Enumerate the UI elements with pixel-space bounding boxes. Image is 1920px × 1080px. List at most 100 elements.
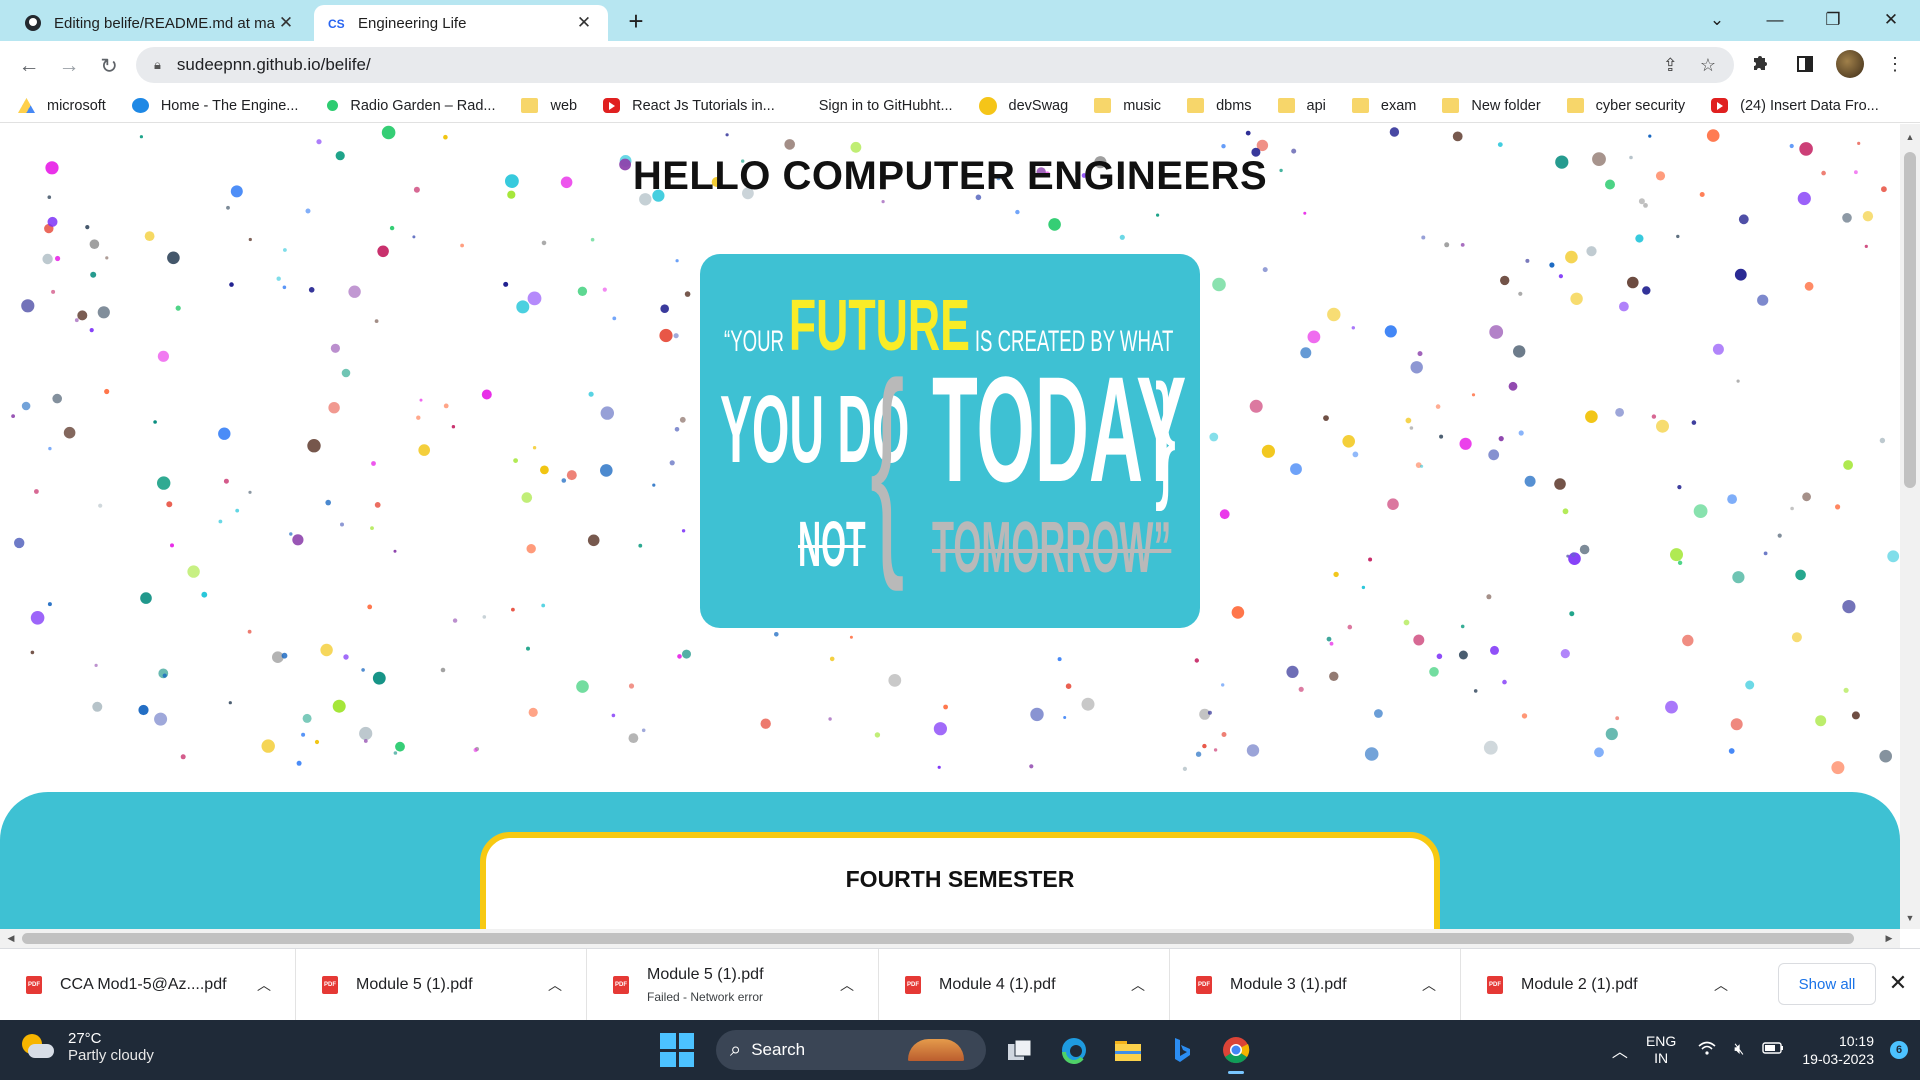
new-tab-button[interactable]: + bbox=[620, 6, 652, 36]
confetti-dot bbox=[316, 139, 322, 145]
confetti-dot bbox=[63, 426, 76, 439]
chevron-up-icon[interactable]: ︿ bbox=[1714, 975, 1728, 995]
bookmark-folder-cyber-security[interactable]: cyber security bbox=[1566, 98, 1685, 114]
bing-icon[interactable] bbox=[1162, 1030, 1202, 1070]
file-explorer-icon[interactable] bbox=[1108, 1030, 1148, 1070]
tab-editing-readme[interactable]: Editing belife/README.md at ma ✕ bbox=[10, 5, 310, 41]
confetti-dot bbox=[228, 701, 232, 705]
confetti-dot bbox=[314, 739, 320, 745]
chevron-up-icon[interactable]: ︿ bbox=[257, 975, 271, 995]
semester-card[interactable]: FOURTH SEMESTER bbox=[480, 832, 1440, 929]
reload-icon[interactable]: ↻ bbox=[94, 51, 124, 81]
system-clock[interactable]: 10:19 19-03-2023 bbox=[1802, 1032, 1874, 1068]
weather-temp: 27°C bbox=[68, 1030, 102, 1047]
confetti-dot bbox=[628, 733, 639, 743]
show-all-downloads-button[interactable]: Show all bbox=[1778, 963, 1876, 1005]
confetti-dot bbox=[1015, 209, 1020, 215]
download-item[interactable]: PDF Module 5 (1).pdf ︿ bbox=[296, 949, 587, 1021]
chevron-up-icon[interactable]: ︿ bbox=[1422, 975, 1436, 995]
minimize-icon[interactable]: — bbox=[1746, 0, 1804, 40]
edge-browser-icon[interactable] bbox=[1054, 1030, 1094, 1070]
bookmark-folder-web[interactable]: web bbox=[521, 98, 577, 114]
taskbar-search[interactable]: ⌕ Search bbox=[716, 1030, 986, 1070]
extensions-icon[interactable] bbox=[1744, 49, 1774, 79]
download-item[interactable]: PDF CCA Mod1-5@Az....pdf ︿ bbox=[0, 949, 296, 1021]
download-item-failed[interactable]: PDF Module 5 (1).pdf Failed - Network er… bbox=[587, 949, 879, 1021]
bookmark-github-signin[interactable]: Sign in to GitHubht... bbox=[819, 98, 953, 114]
bookmark-radio-garden[interactable]: Radio Garden – Rad... bbox=[324, 98, 495, 114]
bookmark-folder-exam[interactable]: exam bbox=[1351, 98, 1416, 114]
vertical-scroll-thumb[interactable] bbox=[1904, 152, 1916, 488]
confetti-dot bbox=[602, 287, 607, 292]
bookmark-home-engine[interactable]: Home - The Engine... bbox=[131, 98, 298, 114]
confetti-dot bbox=[511, 607, 515, 612]
bookmark-star-icon[interactable]: ☆ bbox=[1700, 55, 1716, 76]
share-icon[interactable]: ⇪ bbox=[1663, 55, 1678, 76]
close-download-shelf-icon[interactable]: ✕ bbox=[1884, 967, 1912, 999]
profile-avatar[interactable] bbox=[1836, 50, 1864, 78]
scroll-down-arrow-icon[interactable]: ▼ bbox=[1900, 909, 1920, 927]
tab-close-icon[interactable]: ✕ bbox=[574, 13, 594, 33]
weather-widget[interactable]: 27°C Partly cloudy bbox=[20, 1030, 154, 1064]
confetti-dot bbox=[330, 343, 340, 353]
tab-search-chevron-icon[interactable]: ⌄ bbox=[1688, 0, 1746, 40]
address-bar[interactable]: 🔒︎ sudeepnn.github.io/belife/ ⇪ ☆ bbox=[136, 47, 1734, 83]
confetti-dot bbox=[1638, 198, 1645, 205]
confetti-dot bbox=[1857, 141, 1861, 145]
horizontal-scrollbar[interactable]: ◀ ▶ bbox=[0, 929, 1900, 948]
tab-close-icon[interactable]: ✕ bbox=[276, 13, 296, 33]
confetti-dot bbox=[247, 629, 252, 634]
download-item[interactable]: PDF Module 2 (1).pdf ︿ bbox=[1461, 949, 1752, 1021]
bookmark-devswag[interactable]: devSwag bbox=[978, 96, 1068, 115]
confetti-dot bbox=[389, 225, 395, 231]
horizontal-scroll-thumb[interactable] bbox=[22, 933, 1854, 944]
confetti-dot bbox=[652, 483, 656, 487]
language-indicator[interactable]: ENG IN bbox=[1646, 1033, 1676, 1068]
confetti-dot bbox=[343, 654, 349, 660]
scroll-right-arrow-icon[interactable]: ▶ bbox=[1880, 929, 1898, 948]
download-item[interactable]: PDF Module 3 (1).pdf ︿ bbox=[1170, 949, 1461, 1021]
back-icon[interactable]: ← bbox=[14, 51, 44, 81]
bookmark-folder-api[interactable]: api bbox=[1277, 98, 1326, 114]
wifi-icon[interactable] bbox=[1698, 1041, 1716, 1060]
quote-brace-close: } bbox=[1155, 355, 1177, 512]
confetti-dot bbox=[1862, 211, 1874, 222]
confetti-dot bbox=[561, 478, 567, 483]
confetti-dot bbox=[395, 741, 405, 752]
windows-start-icon[interactable] bbox=[660, 1033, 694, 1067]
bookmark-insert-data[interactable]: (24) Insert Data Fro... bbox=[1711, 98, 1879, 114]
confetti-dot bbox=[55, 255, 61, 262]
notification-badge[interactable]: 6 bbox=[1890, 1041, 1908, 1059]
confetti-dot bbox=[98, 503, 103, 508]
confetti-dot bbox=[1791, 632, 1802, 643]
show-hidden-icons-chevron-icon[interactable]: ︿ bbox=[1612, 1038, 1628, 1062]
menu-kebab-icon[interactable]: ⋮ bbox=[1880, 49, 1910, 79]
url-text[interactable]: sudeepnn.github.io/belife/ bbox=[177, 55, 1641, 75]
tab-engineering-life[interactable]: CS Engineering Life ✕ bbox=[314, 5, 608, 41]
confetti-dot bbox=[1483, 740, 1498, 755]
bookmark-react-tutorials[interactable]: React Js Tutorials in... bbox=[603, 98, 775, 114]
chevron-up-icon[interactable]: ︿ bbox=[840, 975, 854, 995]
confetti-dot bbox=[1329, 641, 1334, 646]
chevron-up-icon[interactable]: ︿ bbox=[548, 975, 562, 995]
forward-icon[interactable]: → bbox=[54, 51, 84, 81]
download-item[interactable]: PDF Module 4 (1).pdf ︿ bbox=[879, 949, 1170, 1021]
battery-icon[interactable] bbox=[1762, 1041, 1784, 1059]
bookmark-microsoft[interactable]: microsoft bbox=[18, 98, 106, 114]
vertical-scrollbar[interactable]: ▲ ▼ bbox=[1900, 124, 1920, 929]
side-panel-icon[interactable] bbox=[1790, 49, 1820, 79]
bookmark-folder-new-folder[interactable]: New folder bbox=[1442, 98, 1541, 114]
task-view-icon[interactable] bbox=[1000, 1030, 1040, 1070]
speaker-muted-icon[interactable]: 🔇︎ bbox=[1734, 1041, 1744, 1059]
pdf-file-icon: PDF bbox=[1487, 976, 1503, 994]
scroll-left-arrow-icon[interactable]: ◀ bbox=[2, 929, 20, 948]
chrome-icon[interactable] bbox=[1216, 1030, 1256, 1074]
bookmark-folder-dbms[interactable]: dbms bbox=[1187, 98, 1252, 114]
chevron-up-icon[interactable]: ︿ bbox=[1131, 975, 1145, 995]
confetti-dot bbox=[1570, 292, 1583, 305]
bookmark-folder-music[interactable]: music bbox=[1094, 98, 1161, 114]
scroll-up-arrow-icon[interactable]: ▲ bbox=[1900, 128, 1920, 146]
close-window-icon[interactable]: ✕ bbox=[1862, 0, 1920, 40]
confetti-dot bbox=[157, 476, 171, 490]
restore-icon[interactable]: ❐ bbox=[1804, 0, 1862, 40]
